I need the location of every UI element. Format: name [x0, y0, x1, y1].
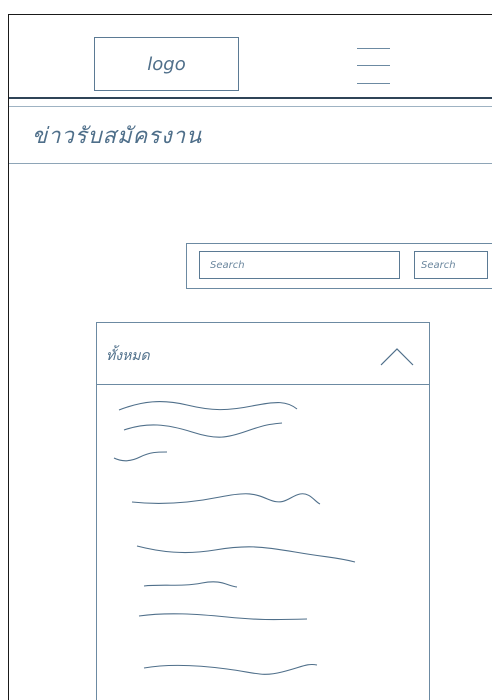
search-button[interactable]: Search: [414, 251, 488, 279]
category-selected-label: ทั้งหมด: [106, 348, 150, 364]
list-item[interactable]: [142, 578, 242, 594]
category-dropdown[interactable]: ทั้งหมด: [97, 323, 429, 384]
page-title: ข่าวรับสมัครงาน: [32, 124, 203, 149]
title-divider: [9, 163, 492, 164]
hamburger-menu-icon[interactable]: [357, 48, 390, 84]
header-divider: [9, 97, 492, 99]
chevron-up-icon[interactable]: [380, 348, 414, 366]
list-item[interactable]: [137, 608, 312, 628]
list-item[interactable]: [122, 420, 287, 442]
logo[interactable]: logo: [94, 37, 239, 91]
search-input[interactable]: [199, 251, 400, 279]
list-item[interactable]: [142, 658, 322, 680]
category-panel: ทั้งหมด: [96, 322, 430, 700]
panel-divider: [97, 384, 429, 385]
list-item[interactable]: [135, 538, 360, 568]
logo-text: logo: [147, 53, 186, 75]
list-item[interactable]: [130, 488, 325, 510]
list-item[interactable]: [112, 449, 172, 465]
header-divider-secondary: [9, 106, 492, 107]
list-item[interactable]: [117, 395, 302, 415]
